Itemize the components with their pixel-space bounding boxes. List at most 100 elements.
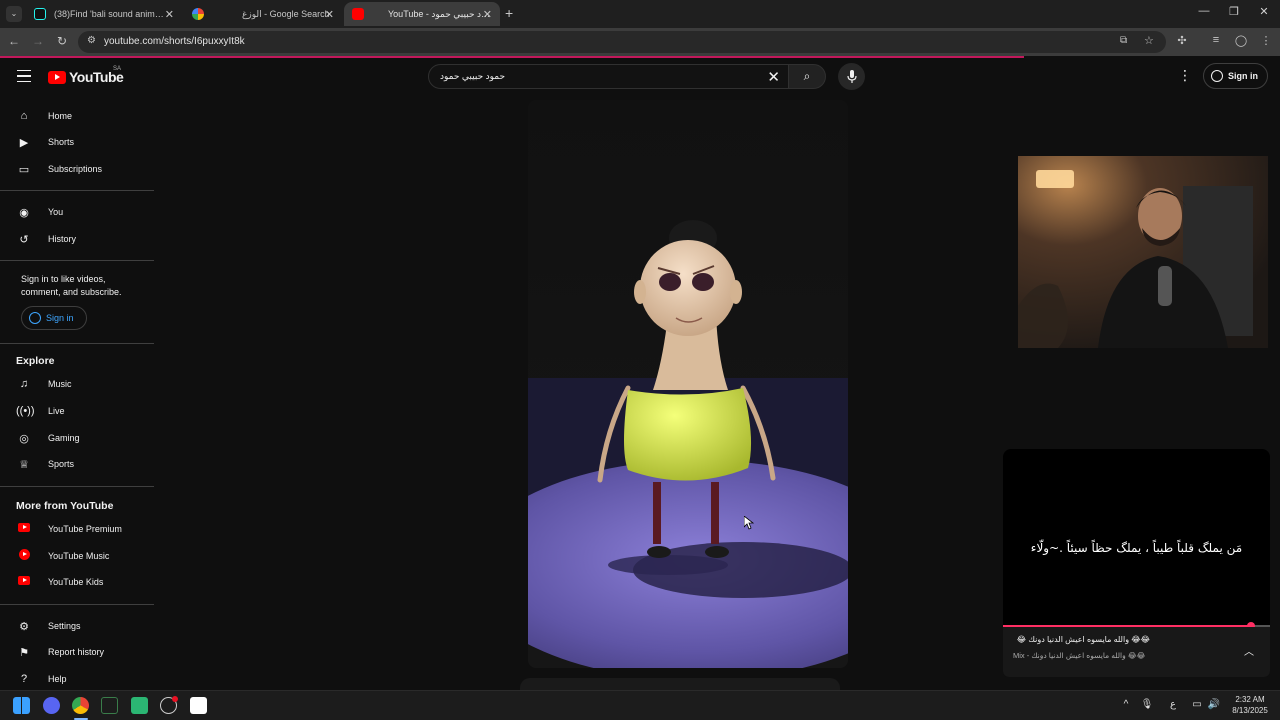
sidebar-item-youtube-premium[interactable]: YouTube Premium [0,516,154,542]
voice-search-button[interactable] [838,63,865,90]
sidebar-item-label: YouTube Premium [48,524,122,534]
sidebar-item-label: Sports [48,459,75,469]
sidebar-item-sports[interactable]: ♕ Sports [0,451,154,477]
flag-icon: ⚑ [19,646,29,659]
search-input[interactable]: حمود حبيبي حمود [440,71,505,82]
sidebar-item-help[interactable]: ? Help [0,666,154,692]
browser-tab-youtube[interactable]: YouTube - حمود حبيبي حمود ✕ [344,2,500,26]
sidebar-item-gaming[interactable]: ◎ Gaming [0,425,154,451]
shorts-icon: ▶ [19,136,29,149]
new-tab-button[interactable]: + [505,5,513,21]
tab-title: الوزغ - Google Search [242,8,330,19]
search-icon: ⌕ [803,69,811,83]
sidebar-item-report-history[interactable]: ⚑ Report history [0,639,154,665]
clock-date: 8/13/2025 [1232,706,1268,715]
notification-dot [172,696,178,702]
system-clock[interactable]: 2:32 AM 8/13/2025 [1226,694,1274,716]
search-box[interactable]: حمود حبيبي حمود ✕ [428,64,789,89]
region-code: SA [113,66,122,72]
browser-toolbar: ← → ↻ ⚙ youtube.com/shorts/I6puxxyIt8k ⧉… [0,28,1280,56]
app-icon[interactable] [131,697,148,714]
windows-taskbar: ^ 🎙 ع ▭ 🔊 2:32 AM 8/13/2025 [0,690,1280,720]
youtube-kids-icon [16,576,32,588]
chevron-up-icon[interactable]: ︿ [1244,643,1254,658]
network-icon[interactable]: ▭ [1190,699,1204,710]
sidebar-item-label: You [48,207,64,217]
sidebar-item-label: Help [48,674,67,684]
volume-icon[interactable]: 🔊 [1207,699,1221,710]
sidebar-item-label: Subscriptions [48,164,103,174]
sidebar-divider [0,190,154,191]
track-title[interactable]: 😂😂 والله مايسوه اعيش الدنيا دونك 😂 [1017,635,1150,644]
window-close-icon[interactable]: ✕ [1256,5,1272,18]
tab-title: YouTube - حمود حبيبي حمود [388,8,492,19]
capcut-icon[interactable] [190,697,207,714]
tab-search-button[interactable]: ⌄ [6,6,22,22]
close-icon[interactable]: ✕ [165,8,174,21]
live-icon: ((•)) [16,405,35,417]
sidebar-item-settings[interactable]: ⚙ Settings [0,613,154,639]
microphone-icon [846,70,857,83]
menu-icon[interactable] [17,70,31,82]
more-from-youtube-heading: More from YouTube [16,500,114,512]
sidebar-item-label: Live [48,406,65,416]
chrome-icon[interactable] [72,697,89,714]
browser-tab-google[interactable]: الوزغ - Google Search ✕ [184,2,342,26]
sidebar-sign-in-button[interactable]: Sign in [21,306,87,330]
spreadsheet-icon[interactable] [101,697,118,714]
gaming-icon: ◎ [19,432,29,445]
bookmark-star-icon[interactable]: ☆ [1144,34,1154,47]
install-app-icon[interactable]: ⧉ [1120,35,1127,46]
close-icon[interactable]: ✕ [483,8,492,21]
profile-icon[interactable]: ◯ [1233,34,1249,47]
account-icon: ◉ [19,206,29,219]
sidebar: ⌂ Home ▶ Shorts ▭ Subscriptions ◉ You ↺ Histo… [0,98,160,690]
settings-icon: ⚙ [19,620,29,633]
sidebar-item-label: Report history [48,647,105,657]
clear-search-icon[interactable]: ✕ [767,68,780,86]
browser-tab-tiktok[interactable]: (38)Find 'bali sound animal' on ✕ [26,2,182,26]
sidebar-item-label: Gaming [48,433,80,443]
sidebar-item-music[interactable]: ♫ Music [0,371,154,397]
extensions-icon[interactable]: ✣ [1174,34,1190,47]
chrome-menu-icon[interactable]: ⋮ [1258,34,1274,47]
tiktok-icon [34,8,46,20]
site-info-icon[interactable]: ⚙ [87,35,96,46]
music-mini-player[interactable]: مَن يملگ قلباً طيباً ، يملگ حظاً سيئاً .… [1003,449,1270,677]
sidebar-item-live[interactable]: ((•)) Live [0,398,154,424]
minimize-icon[interactable]: — [1196,5,1212,17]
sidebar-item-you[interactable]: ◉ You [0,199,154,225]
sign-in-button[interactable]: Sign in [1203,63,1268,89]
sidebar-divider [0,486,154,487]
music-icon: ♫ [19,378,29,390]
reload-icon[interactable]: ↻ [54,34,70,48]
sign-in-label: Sign in [46,313,74,323]
settings-kebab-icon[interactable]: ⋮ [1178,67,1192,84]
account-circle-icon [29,312,41,324]
url-text[interactable]: youtube.com/shorts/I6puxxyIt8k [104,36,245,47]
tab-title: (38)Find 'bali sound animal' on [54,9,164,19]
windows-start-icon[interactable] [13,697,30,714]
sidebar-item-youtube-kids[interactable]: YouTube Kids [0,569,154,595]
sidebar-item-shorts[interactable]: ▶ Shorts [0,129,154,155]
shorts-video-player[interactable] [528,100,848,668]
sidebar-item-label: YouTube Kids [48,577,104,587]
media-controls-icon[interactable]: ≡ [1208,34,1224,46]
close-icon[interactable]: ✕ [325,8,334,21]
chevron-up-icon[interactable]: ^ [1119,699,1133,710]
forward-arrow-icon[interactable]: → [30,34,46,48]
sidebar-item-history[interactable]: ↺ History [0,226,154,252]
sidebar-item-home[interactable]: ⌂ Home [0,103,154,129]
sidebar-item-subscriptions[interactable]: ▭ Subscriptions [0,156,154,182]
discord-icon[interactable] [43,697,60,714]
back-arrow-icon[interactable]: ← [6,34,22,48]
sidebar-item-youtube-music[interactable]: YouTube Music [0,543,154,569]
input-language[interactable]: ع [1166,699,1180,710]
youtube-icon [352,8,364,20]
search-button[interactable]: ⌕ [788,64,826,89]
history-icon: ↺ [19,233,29,246]
microphone-tray-icon[interactable]: 🎙 [1140,699,1154,710]
restore-icon[interactable]: ❐ [1226,5,1242,18]
address-bar[interactable]: ⚙ youtube.com/shorts/I6puxxyIt8k ⧉ ☆ [78,31,1166,53]
sidebar-divider [0,260,154,261]
